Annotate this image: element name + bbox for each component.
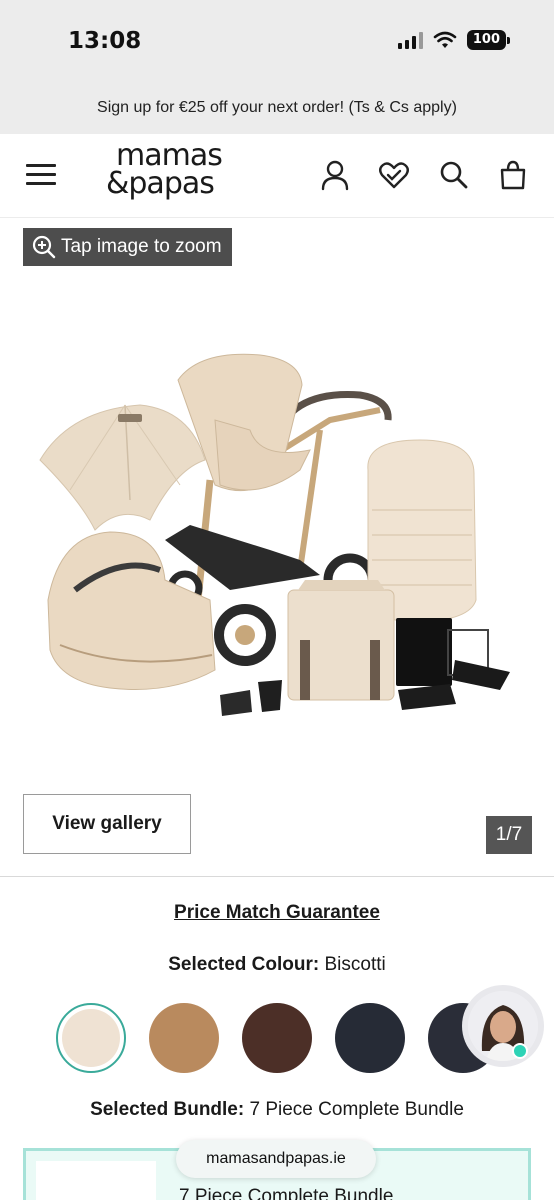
- colour-swatch-biscotti[interactable]: [56, 1003, 126, 1073]
- online-status-dot: [512, 1043, 528, 1059]
- wishlist-heart-icon[interactable]: [377, 158, 411, 192]
- selected-bundle-label: Selected Bundle:: [90, 1099, 245, 1120]
- promo-banner[interactable]: Sign up for €25 off your next order! (Ts…: [0, 82, 554, 134]
- signal-icon: [397, 31, 423, 49]
- browser-url-bar[interactable]: mamasandpapas.ie: [176, 1140, 376, 1178]
- product-image[interactable]: [0, 300, 554, 740]
- wifi-icon: [433, 31, 457, 48]
- zoom-label-text: Tap image to zoom: [61, 236, 222, 257]
- section-divider: [0, 876, 554, 877]
- site-header: mamas &papas: [0, 134, 554, 218]
- status-icons: 100: [397, 30, 510, 50]
- selected-bundle-value: 7 Piece Complete Bundle: [249, 1099, 464, 1120]
- menu-icon[interactable]: [26, 164, 56, 188]
- image-counter: 1/7: [486, 816, 532, 854]
- battery-icon: 100: [466, 30, 510, 50]
- basket-icon[interactable]: [496, 158, 530, 192]
- search-icon[interactable]: [437, 158, 471, 192]
- selected-colour-label: Selected Colour:: [168, 954, 320, 975]
- view-gallery-button[interactable]: View gallery: [23, 794, 191, 854]
- logo-line-2: &papas: [106, 166, 215, 201]
- selected-colour: Selected Colour: Biscotti: [0, 954, 554, 976]
- colour-swatch-navy[interactable]: [335, 1003, 405, 1073]
- live-chat-button[interactable]: [462, 985, 544, 1067]
- status-bar: 13:08 100: [0, 0, 554, 82]
- brand-logo[interactable]: mamas &papas: [106, 141, 256, 208]
- colour-swatch-tan[interactable]: [149, 1003, 219, 1073]
- battery-level: 100: [466, 30, 506, 50]
- status-time: 13:08: [68, 28, 142, 54]
- bundle-card-title: 7 Piece Complete Bundle: [179, 1186, 394, 1200]
- tap-to-zoom-label[interactable]: Tap image to zoom: [23, 228, 232, 266]
- colour-swatch-brown[interactable]: [242, 1003, 312, 1073]
- price-match-link[interactable]: Price Match Guarantee: [0, 902, 554, 924]
- bundle-thumbnail: [36, 1161, 156, 1200]
- selected-colour-value: Biscotti: [324, 954, 386, 975]
- account-icon[interactable]: [318, 158, 352, 192]
- selected-bundle: Selected Bundle: 7 Piece Complete Bundle: [0, 1099, 554, 1121]
- zoom-in-icon: [32, 235, 56, 259]
